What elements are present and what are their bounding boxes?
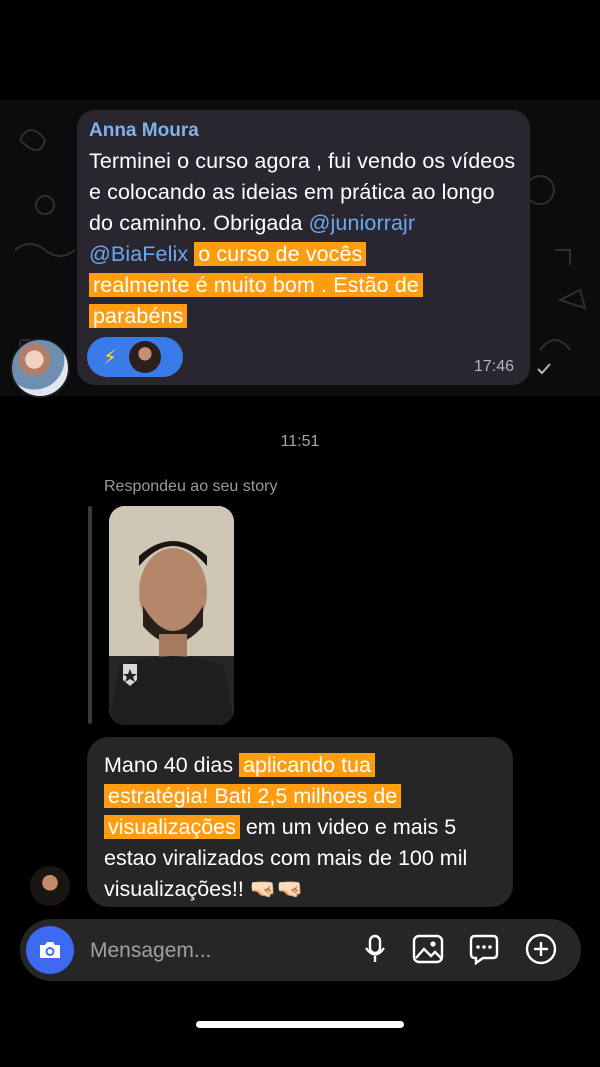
mention-link[interactable]: @BiaFelix xyxy=(89,242,188,266)
image-icon[interactable] xyxy=(411,932,445,966)
highlighted-text: realmente é muito bom . Estão de xyxy=(89,273,423,297)
reaction-chip[interactable]: ⚡ xyxy=(87,337,183,377)
message-text-plain: Mano 40 dias xyxy=(104,753,240,777)
home-indicator[interactable] xyxy=(196,1021,404,1028)
reactor-avatar xyxy=(129,341,162,373)
story-reply-label: Respondeu ao seu story xyxy=(104,478,278,495)
plus-circle-icon[interactable] xyxy=(524,932,558,966)
sticker-chat-icon[interactable] xyxy=(467,932,501,966)
message-text-plain: Terminei o curso agora , fui vendo os ví… xyxy=(89,149,516,235)
chat-timestamp: 11:51 xyxy=(280,433,320,450)
microphone-icon[interactable] xyxy=(358,932,392,966)
highlighted-text: aplicando tua xyxy=(239,753,375,777)
highlighted-text: visualizações xyxy=(104,815,240,839)
fist-bump-emoji: 🤜🏻🤜🏻 xyxy=(249,877,304,901)
mention-link[interactable]: @juniorrajr xyxy=(309,211,416,235)
checkmark-icon xyxy=(537,363,551,375)
camera-button[interactable] xyxy=(26,926,74,974)
sender-name[interactable]: Anna Moura xyxy=(89,120,199,142)
story-thumbnail[interactable] xyxy=(109,506,234,725)
telegram-message-text: Terminei o curso agora , fui vendo os ví… xyxy=(89,146,519,332)
sender-avatar[interactable] xyxy=(10,338,70,398)
highlighted-text: parabéns xyxy=(89,304,188,328)
message-time: 17:46 xyxy=(474,358,515,375)
reply-indicator-bar xyxy=(88,506,92,724)
lightning-icon: ⚡ xyxy=(103,346,118,369)
highlighted-text: o curso de vocês xyxy=(194,242,367,266)
message-input[interactable] xyxy=(88,935,352,967)
contact-avatar[interactable] xyxy=(30,866,70,906)
dm-message-text: Mano 40 dias aplicando tua estratégia! Ba… xyxy=(104,750,504,905)
highlighted-text: estratégia! Bati 2,5 milhoes de xyxy=(104,784,402,808)
camera-icon xyxy=(40,942,60,958)
